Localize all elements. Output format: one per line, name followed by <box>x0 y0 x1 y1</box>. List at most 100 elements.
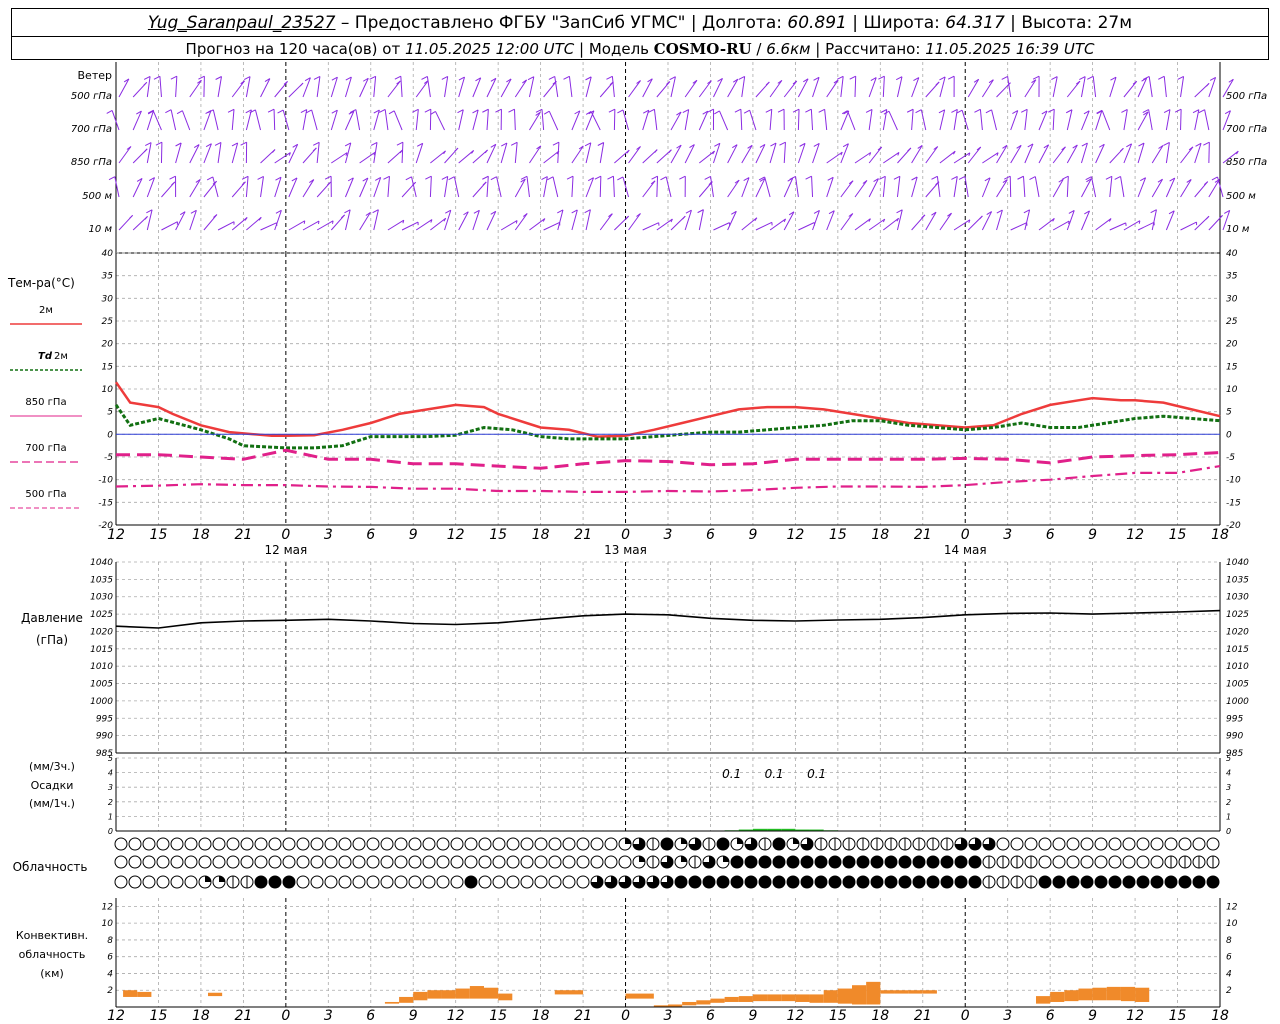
temp-tick-left: 25 <box>102 317 114 327</box>
wind-barb <box>888 110 898 131</box>
wind-barb-flag <box>777 108 785 113</box>
wind-barb-flag <box>682 215 686 220</box>
conv-tick-left: 10 <box>102 919 114 929</box>
cloud-symbol <box>114 875 128 889</box>
wind-barb <box>500 78 512 98</box>
wind-barb <box>1066 109 1073 131</box>
wind-barb <box>359 212 371 231</box>
wind-barb <box>670 76 676 98</box>
cloud-symbol <box>1206 875 1220 889</box>
precip-tick-right: 5 <box>1226 754 1231 763</box>
cloud-symbol <box>478 875 492 889</box>
wind-barb <box>896 76 903 98</box>
wind-barb <box>1052 109 1055 131</box>
wind-barb <box>628 213 641 231</box>
cloud-symbol <box>604 837 618 851</box>
time-tick-bottom: 6 <box>366 1008 375 1024</box>
cloud-symbol <box>352 855 366 869</box>
wind-barb-flag <box>1177 75 1184 80</box>
cloud-symbol <box>716 875 730 889</box>
wind-barb <box>719 110 729 131</box>
wind-barb <box>642 180 656 198</box>
conv-bar <box>767 994 782 1002</box>
precip-value-label: 0.1 <box>765 767 784 781</box>
cloud-symbol <box>450 875 464 889</box>
conv-bar <box>696 1000 711 1005</box>
cloud-symbol <box>226 855 240 869</box>
wind-barb <box>612 176 615 198</box>
wind-barb-flag <box>617 176 624 181</box>
cloud-symbol <box>660 875 674 889</box>
cloud-symbol <box>394 855 408 869</box>
pressure-tick-left: 1005 <box>90 680 113 690</box>
wind-barb <box>159 76 162 98</box>
legend-label-t500: 500 гПа <box>25 489 66 500</box>
wind-barb-flag <box>547 176 554 181</box>
time-tick-bottom: 6 <box>706 1008 715 1024</box>
wind-barb-flag <box>1163 141 1170 146</box>
conv-bar <box>880 990 895 994</box>
wind-barb <box>472 77 482 98</box>
wind-barb <box>854 218 871 231</box>
wind-barb <box>764 176 771 198</box>
cloud-symbol <box>1178 837 1192 851</box>
wind-barb <box>514 79 528 98</box>
cloud-symbol <box>1094 855 1108 869</box>
time-tick-bottom: 3 <box>324 1008 333 1024</box>
wind-barb-flag <box>985 109 992 114</box>
time-tick-bottom: 15 <box>829 1008 847 1024</box>
wind-barb <box>925 211 937 231</box>
cloud-symbol <box>660 855 674 869</box>
precip-tick-left: 1 <box>108 812 113 821</box>
temp-tick-right: -5 <box>1226 453 1235 463</box>
precip-title: Осадки <box>31 779 74 792</box>
cloud-symbol <box>576 855 590 869</box>
temp-tick-left: 40 <box>102 249 114 259</box>
cloud-symbol <box>1136 875 1150 889</box>
cloud-symbol <box>394 875 408 889</box>
conv-bar <box>625 993 654 999</box>
conv-bar <box>1050 991 1065 1002</box>
wind-barb <box>541 109 545 131</box>
time-tick-top: 0 <box>621 527 630 543</box>
wind-barb-flag <box>508 108 515 113</box>
pressure-tick-right: 995 <box>1226 714 1243 724</box>
wind-barb <box>797 109 800 131</box>
cloud-symbol <box>688 837 702 851</box>
wind-barb <box>868 218 886 231</box>
cloud-symbol <box>436 855 450 869</box>
time-tick-bottom: 18 <box>1211 1008 1229 1024</box>
wind-barb <box>783 142 786 164</box>
pressure-tick-right: 1030 <box>1226 593 1249 603</box>
cloud-symbol <box>296 855 310 869</box>
wind-barb <box>231 80 245 98</box>
wind-barb <box>740 109 743 131</box>
wind-barb <box>590 111 601 131</box>
wind-barb <box>1010 110 1019 131</box>
wind-barb <box>1208 179 1220 198</box>
wind-barb <box>453 176 460 198</box>
conv-bar <box>781 994 796 1002</box>
time-tick-top: 18 <box>532 527 550 543</box>
cloud-title: Облачность <box>13 860 88 874</box>
wind-barb <box>387 80 401 98</box>
wind-barb <box>953 219 971 231</box>
conv-bar <box>384 1001 400 1004</box>
cloud-symbol <box>128 875 142 889</box>
wind-barb <box>526 176 530 198</box>
cloud-symbol <box>548 875 562 889</box>
wind-barb <box>302 220 320 231</box>
wind-barb-flag <box>1020 108 1028 113</box>
wind-barb <box>741 217 758 231</box>
wind-barb <box>373 209 379 231</box>
wind-barb-flag <box>129 214 133 219</box>
pressure-tick-right: 1040 <box>1226 558 1249 568</box>
wind-barb-flag <box>176 110 183 115</box>
wind-barb <box>896 176 901 198</box>
wind-barb <box>245 176 249 198</box>
pressure-tick-right: 1020 <box>1226 627 1249 637</box>
cloud-symbol <box>786 837 800 851</box>
wind-barb-flag <box>424 108 432 113</box>
wind-barb <box>628 146 641 164</box>
wind-barb <box>981 79 994 98</box>
